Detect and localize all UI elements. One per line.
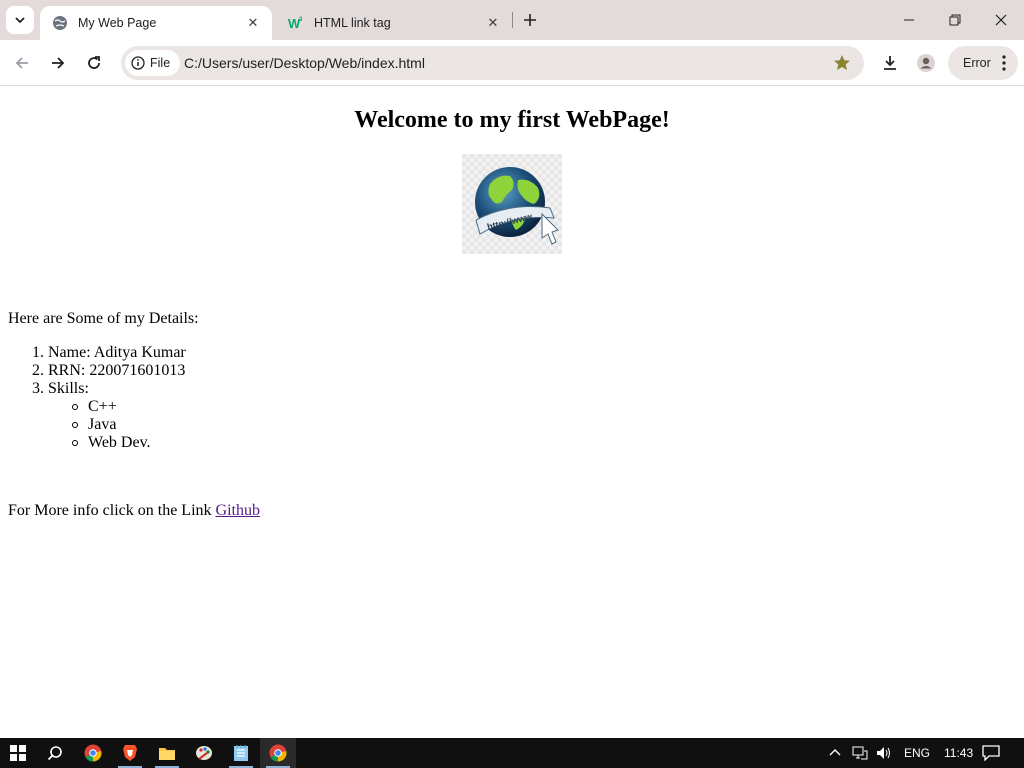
address-bar[interactable]: File C:/Users/user/Desktop/Web/index.htm… [121,46,864,80]
clock[interactable]: 11:43 [944,746,973,760]
chrome-active-icon [269,744,287,762]
detail-skills: Skills: [48,380,89,397]
system-tray: ENG 11:43 [828,738,973,768]
detail-rrn: RRN: 220071601013 [48,362,186,379]
tab-my-web-page[interactable]: My Web Page ✕ [40,6,272,40]
search-icon [47,746,62,761]
forward-button[interactable] [42,47,74,79]
list-number: 2. [32,362,44,379]
reload-button[interactable] [78,47,110,79]
restore-icon [949,14,961,26]
skill-item: Java [88,416,117,433]
chrome-icon [84,744,102,762]
site-chip-label: File [150,56,171,70]
tab-divider [512,12,513,28]
w3schools-icon: W3 [288,15,304,31]
more-info-label: For More info click on the Link [8,502,212,519]
minimize-icon [904,19,914,21]
taskbar-brave[interactable] [112,738,148,768]
volume-icon[interactable] [876,746,892,760]
skill-item: C++ [88,398,117,415]
file-explorer-icon [159,748,175,760]
back-button[interactable] [6,47,38,79]
plus-icon [524,14,536,26]
taskbar-chrome[interactable] [75,738,111,768]
svg-text:3: 3 [299,17,303,23]
github-link[interactable]: Github [216,502,260,519]
profile-button[interactable] [910,47,942,79]
notification-icon [982,745,1000,761]
close-window-button[interactable] [978,0,1024,40]
www-globe-image: http://www [462,154,562,254]
more-info-text: For More info click on the Link Github [8,502,260,520]
avatar-icon [917,54,935,72]
page-heading: Welcome to my first WebPage! [354,107,670,133]
list-item: 1. Name: Aditya Kumar [8,344,186,362]
taskbar-search-button[interactable] [37,738,73,768]
close-icon [995,14,1007,26]
bullet-icon [72,440,78,446]
detail-name: Name: Aditya Kumar [48,344,186,361]
bullet-icon [72,404,78,410]
list-number: 3. [32,380,44,397]
web-page-content: Welcome to my first WebPage! http://www … [0,87,1024,738]
taskbar-chrome-active[interactable] [260,738,296,768]
arrow-right-icon [52,57,65,69]
downloads-button[interactable] [874,47,906,79]
url-text[interactable]: C:/Users/user/Desktop/Web/index.html [184,46,425,80]
arrow-left-icon [15,57,28,69]
tab-search-button[interactable] [6,6,34,34]
taskbar-paint[interactable] [186,738,222,768]
tab-title: My Web Page [78,16,157,30]
chevron-down-icon [15,17,25,24]
skill-item: Web Dev. [88,434,151,451]
download-icon [884,56,896,70]
bookmark-star-icon[interactable] [832,53,852,73]
info-icon [131,56,145,70]
kebab-menu-icon [1002,55,1006,71]
list-item: 3. Skills: C++ Java Web Dev. [8,380,186,452]
network-icon[interactable] [852,746,868,760]
paint-icon [196,746,212,760]
close-tab-icon[interactable]: ✕ [484,14,502,32]
notepad-icon [234,745,248,761]
tab-strip: My Web Page ✕ W3 HTML link tag ✕ [0,0,1024,40]
details-intro: Here are Some of my Details: [8,310,199,327]
tab-html-link-tag[interactable]: W3 HTML link tag ✕ [276,6,512,40]
tab-title: HTML link tag [314,16,391,30]
list-item: 2. RRN: 220071601013 [8,362,186,380]
list-item: Java [48,416,186,434]
skills-list: C++ Java Web Dev. [48,398,186,452]
details-list: 1. Name: Aditya Kumar 2. RRN: 220071601013… [8,344,186,452]
taskbar-notepad[interactable] [223,738,259,768]
minimize-button[interactable] [886,0,932,40]
list-number: 1. [32,344,44,361]
site-info-chip[interactable]: File [125,50,181,76]
chevron-up-icon[interactable] [828,746,842,760]
bullet-icon [72,422,78,428]
error-label: Error [963,56,991,70]
close-tab-icon[interactable]: ✕ [244,14,262,32]
list-item: C++ [48,398,186,416]
error-menu-button[interactable]: Error [948,46,1018,80]
globe-icon [52,15,68,31]
windows-taskbar: ENG 11:43 [0,738,1024,768]
new-tab-button[interactable] [518,8,542,32]
browser-toolbar: File C:/Users/user/Desktop/Web/index.htm… [0,40,1024,86]
list-item: Web Dev. [48,434,186,452]
start-button[interactable] [0,738,36,768]
reload-icon [88,56,100,69]
windows-start-icon [10,745,26,761]
restore-button[interactable] [932,0,978,40]
language-indicator[interactable]: ENG [904,746,930,760]
notification-center-button[interactable] [982,738,1000,768]
brave-icon [123,745,137,761]
taskbar-file-explorer[interactable] [149,738,185,768]
